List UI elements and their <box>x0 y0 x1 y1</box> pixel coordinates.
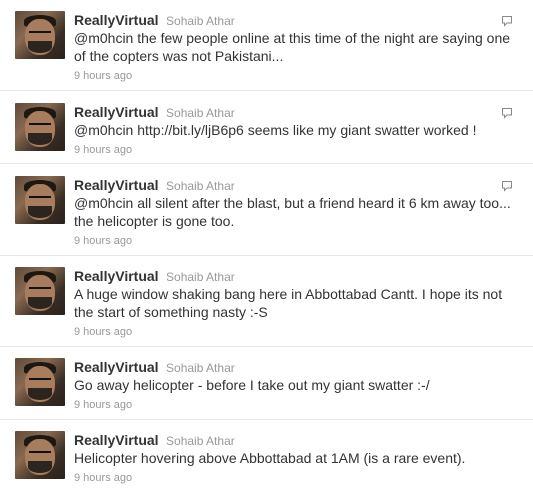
tweet-header: ReallyVirtual Sohaib Athar <box>74 176 519 194</box>
screen-name[interactable]: ReallyVirtual <box>74 12 159 28</box>
screen-name[interactable]: ReallyVirtual <box>74 104 159 120</box>
tweet-item: ReallyVirtual Sohaib Athar A huge window… <box>0 267 533 347</box>
reply-icon[interactable] <box>501 15 513 27</box>
tweet-header: ReallyVirtual Sohaib Athar <box>74 358 519 376</box>
tweet-header: ReallyVirtual Sohaib Athar <box>74 11 519 29</box>
tweet-body: the few people online at this time of th… <box>74 30 511 64</box>
tweet-text: @m0hcin all silent after the blast, but … <box>74 194 519 230</box>
full-name: Sohaib Athar <box>166 106 235 120</box>
avatar[interactable] <box>15 103 65 151</box>
tweet-timeline: ReallyVirtual Sohaib Athar @m0hcin the f… <box>0 0 533 491</box>
tweet-item: ReallyVirtual Sohaib Athar @m0hcin http:… <box>0 103 533 164</box>
timestamp[interactable]: 9 hours ago <box>74 471 519 485</box>
avatar[interactable] <box>15 176 65 224</box>
mention-link[interactable]: @m0hcin <box>74 30 133 46</box>
tweet-item: ReallyVirtual Sohaib Athar @m0hcin the f… <box>0 11 533 91</box>
tweet-text: @m0hcin http://bit.ly/ljB6p6 seems like … <box>74 121 519 139</box>
avatar[interactable] <box>15 11 65 59</box>
tweet-body: all silent after the blast, but a friend… <box>74 195 511 229</box>
screen-name[interactable]: ReallyVirtual <box>74 359 159 375</box>
tweet-content: ReallyVirtual Sohaib Athar @m0hcin http:… <box>74 103 519 157</box>
mention-link[interactable]: @m0hcin <box>74 122 133 138</box>
tweet-item: ReallyVirtual Sohaib Athar Go away helic… <box>0 358 533 420</box>
screen-name[interactable]: ReallyVirtual <box>74 432 159 448</box>
full-name: Sohaib Athar <box>166 14 235 28</box>
tweet-item: ReallyVirtual Sohaib Athar Helicopter ho… <box>0 431 533 491</box>
url-link[interactable]: http://bit.ly/ljB6p6 <box>133 122 244 138</box>
reply-icon[interactable] <box>501 180 513 192</box>
avatar[interactable] <box>15 267 65 315</box>
tweet-body: seems like my giant swatter worked ! <box>243 122 477 138</box>
tweet-item: ReallyVirtual Sohaib Athar @m0hcin all s… <box>0 176 533 256</box>
tweet-header: ReallyVirtual Sohaib Athar <box>74 431 519 449</box>
tweet-content: ReallyVirtual Sohaib Athar A huge window… <box>74 267 519 339</box>
screen-name[interactable]: ReallyVirtual <box>74 268 159 284</box>
full-name: Sohaib Athar <box>166 179 235 193</box>
avatar[interactable] <box>15 431 65 479</box>
tweet-content: ReallyVirtual Sohaib Athar Go away helic… <box>74 358 519 412</box>
full-name: Sohaib Athar <box>166 434 235 448</box>
full-name: Sohaib Athar <box>166 270 235 284</box>
timestamp[interactable]: 9 hours ago <box>74 143 519 157</box>
tweet-header: ReallyVirtual Sohaib Athar <box>74 103 519 121</box>
tweet-text: A huge window shaking bang here in Abbot… <box>74 286 503 320</box>
full-name: Sohaib Athar <box>166 361 235 375</box>
tweet-content: ReallyVirtual Sohaib Athar @m0hcin all s… <box>74 176 519 248</box>
avatar[interactable] <box>15 358 65 406</box>
reply-icon[interactable] <box>501 107 513 119</box>
tweet-text: Helicopter hovering above Abbottabad at … <box>74 450 466 466</box>
timestamp[interactable]: 9 hours ago <box>74 325 519 339</box>
tweet-content: ReallyVirtual Sohaib Athar @m0hcin the f… <box>74 11 519 83</box>
timestamp[interactable]: 9 hours ago <box>74 234 519 248</box>
tweet-content: ReallyVirtual Sohaib Athar Helicopter ho… <box>74 431 519 485</box>
tweet-text: @m0hcin the few people online at this ti… <box>74 29 519 65</box>
mention-link[interactable]: @m0hcin <box>74 195 133 211</box>
timestamp[interactable]: 9 hours ago <box>74 398 519 412</box>
tweet-header: ReallyVirtual Sohaib Athar <box>74 267 519 285</box>
screen-name[interactable]: ReallyVirtual <box>74 177 159 193</box>
tweet-text: Go away helicopter - before I take out m… <box>74 377 430 393</box>
timestamp[interactable]: 9 hours ago <box>74 69 519 83</box>
